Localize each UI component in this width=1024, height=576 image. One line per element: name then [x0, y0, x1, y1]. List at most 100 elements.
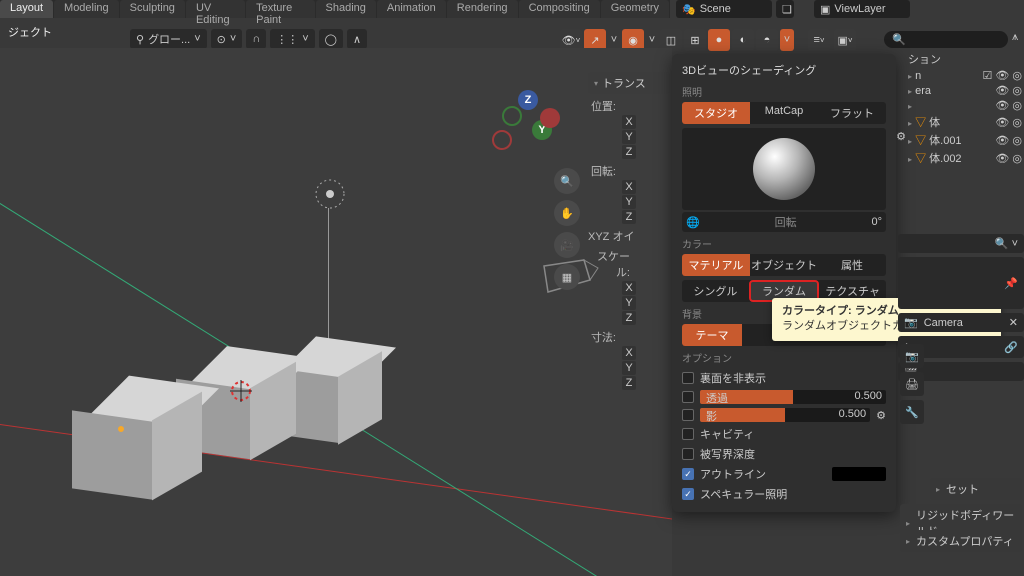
- axis-gizmo[interactable]: Y Z: [488, 86, 558, 156]
- orientation-dropdown[interactable]: ⚲ グロー... ˅: [130, 29, 207, 49]
- rot-x[interactable]: X: [622, 180, 636, 194]
- outliner-row-1[interactable]: ▸ era👁 ◎: [906, 83, 1024, 98]
- gizmo-y-neg[interactable]: [502, 106, 522, 126]
- outliner-row-2[interactable]: ▸ 👁 ◎: [906, 98, 1024, 113]
- rendered-icon: ◓: [764, 34, 771, 46]
- camera-chip[interactable]: 📷 Camera ✕: [898, 313, 1024, 332]
- solid-icon: ●: [716, 34, 723, 46]
- globe-icon: ⚲: [136, 33, 144, 46]
- outliner-row-0[interactable]: ▸ n☑ 👁 ◎: [906, 68, 1024, 83]
- tab-modeling[interactable]: Modeling: [54, 0, 119, 18]
- color-single[interactable]: シングル: [682, 280, 749, 302]
- shadow-slider[interactable]: 影0.500: [700, 408, 870, 422]
- accordion-customprops[interactable]: ▸カスタムプロパティ: [900, 530, 1022, 552]
- outliner-search[interactable]: 🔍: [884, 31, 1008, 48]
- persp-ortho-tool[interactable]: ▦: [554, 264, 580, 290]
- link-icon[interactable]: 🔗: [1004, 341, 1018, 354]
- rot-y[interactable]: Y: [622, 195, 636, 209]
- tab-layout[interactable]: Layout: [0, 0, 53, 18]
- lighting-flat[interactable]: フラット: [818, 102, 886, 124]
- properties-pin[interactable]: 📌: [898, 257, 1024, 309]
- color-object[interactable]: オブジェクト: [750, 254, 818, 276]
- tab-shading[interactable]: Shading: [316, 0, 376, 18]
- outline-color[interactable]: [832, 467, 886, 481]
- chk-xray[interactable]: 透過0.500: [682, 388, 886, 406]
- chk-shadow[interactable]: 影0.500 ⚙: [682, 406, 886, 424]
- chk-dof[interactable]: 被写界深度: [682, 444, 886, 464]
- proportional-toggle[interactable]: ◯: [319, 29, 343, 49]
- shading-wire[interactable]: ⊞: [684, 29, 706, 51]
- tab-sculpting[interactable]: Sculpting: [120, 0, 185, 18]
- search-input[interactable]: [912, 34, 992, 46]
- pan-tool[interactable]: ✋: [554, 200, 580, 226]
- gear-icon[interactable]: ⚙: [896, 130, 906, 143]
- scene-field[interactable]: 🎭 Scene: [676, 0, 772, 18]
- tab-compositing[interactable]: Compositing: [519, 0, 600, 18]
- rotation-value[interactable]: 0°: [871, 216, 882, 228]
- outliner-header: ≡˅ ▣˅: [808, 29, 856, 51]
- chk-specular[interactable]: ✓スペキュラー照明: [682, 484, 886, 504]
- filter-icon[interactable]: ⩚: [1012, 31, 1018, 44]
- chk-cavity[interactable]: キャビティ: [682, 424, 886, 444]
- outliner-new-collection[interactable]: ▣˅: [834, 29, 856, 51]
- dim-z[interactable]: Z: [622, 376, 636, 390]
- rot-z[interactable]: Z: [622, 210, 636, 224]
- outliner-row-3[interactable]: ▸ ▽ 体👁 ◎: [906, 113, 1024, 131]
- color-attribute[interactable]: 属性: [818, 254, 886, 276]
- xray-slider[interactable]: 透過0.500: [700, 390, 886, 404]
- loc-y[interactable]: Y: [622, 130, 636, 144]
- euler-label[interactable]: XYZ オイ: [588, 228, 640, 244]
- shading-solid[interactable]: ●: [708, 29, 730, 51]
- gizmo-z[interactable]: Z: [518, 90, 538, 110]
- outliner-row-5[interactable]: ▸ ▽ 体.002👁 ◎: [906, 149, 1024, 167]
- outliner-row-4[interactable]: ▸ ▽ 体.001👁 ◎: [906, 131, 1024, 149]
- shading-matprev[interactable]: ◐: [732, 29, 754, 51]
- shading-dropdown[interactable]: ˅: [780, 29, 794, 51]
- scene-new[interactable]: ❏: [776, 0, 794, 18]
- loc-x[interactable]: X: [622, 115, 636, 129]
- hand-icon: ✋: [560, 207, 574, 220]
- lighting-studio[interactable]: スタジオ: [682, 102, 750, 124]
- color-material[interactable]: マテリアル: [682, 254, 750, 276]
- n-panel-header[interactable]: ▾トランス: [588, 72, 670, 94]
- close-icon[interactable]: ✕: [1009, 316, 1018, 329]
- camera-view-tool[interactable]: 🎥: [554, 232, 580, 258]
- ptab-output[interactable]: 🖨: [900, 372, 924, 396]
- zoom-tool[interactable]: 🔍: [554, 168, 580, 194]
- loc-z[interactable]: Z: [622, 145, 636, 159]
- ptab-scene[interactable]: 🔧: [900, 400, 924, 424]
- properties-search[interactable]: 🔍 ˅: [898, 234, 1024, 253]
- dim-x[interactable]: X: [622, 346, 636, 360]
- light-widget[interactable]: [310, 174, 350, 214]
- gizmo-x-neg[interactable]: [540, 108, 560, 128]
- pivot-dropdown[interactable]: ⊙˅: [211, 29, 243, 49]
- prop-edit-icon: ◯: [325, 33, 337, 46]
- tab-texture-paint[interactable]: Texture Paint: [246, 0, 314, 18]
- snap-toggle[interactable]: ∩: [246, 29, 266, 49]
- chk-outline[interactable]: ✓アウトライン: [682, 464, 886, 484]
- bg-theme[interactable]: テーマ: [682, 324, 742, 346]
- proportional-curve[interactable]: ∧: [347, 29, 367, 49]
- scale-x[interactable]: X: [622, 281, 636, 295]
- outliner-display-mode[interactable]: ≡˅: [808, 29, 830, 51]
- lighting-matcap[interactable]: MatCap: [750, 102, 818, 124]
- snap-type[interactable]: ⋮⋮˅: [270, 29, 314, 49]
- ptab-render[interactable]: 📷: [900, 344, 924, 368]
- tab-geometry[interactable]: Geometry: [601, 0, 669, 18]
- world-icon[interactable]: 🌐: [686, 216, 700, 229]
- gizmo-x[interactable]: [492, 130, 512, 150]
- tab-rendering[interactable]: Rendering: [447, 0, 518, 18]
- tab-animation[interactable]: Animation: [377, 0, 446, 18]
- studio-preview[interactable]: [682, 128, 886, 210]
- chk-backface[interactable]: 裏面を非表示: [682, 368, 886, 388]
- gear-icon[interactable]: ⚙: [876, 409, 886, 422]
- pin-icon[interactable]: 📌: [1004, 277, 1018, 290]
- viewlayer-field[interactable]: ▣ ViewLayer: [814, 0, 910, 18]
- tab-uv-editing[interactable]: UV Editing: [186, 0, 245, 18]
- accordion-preset[interactable]: ▸セット: [930, 478, 1022, 500]
- shading-rendered[interactable]: ◓: [756, 29, 778, 51]
- scale-y[interactable]: Y: [622, 296, 636, 310]
- viewport-3d[interactable]: Y Z 🔍 ✋ 🎥 ▦: [0, 48, 672, 576]
- scale-z[interactable]: Z: [622, 311, 636, 325]
- dim-y[interactable]: Y: [622, 361, 636, 375]
